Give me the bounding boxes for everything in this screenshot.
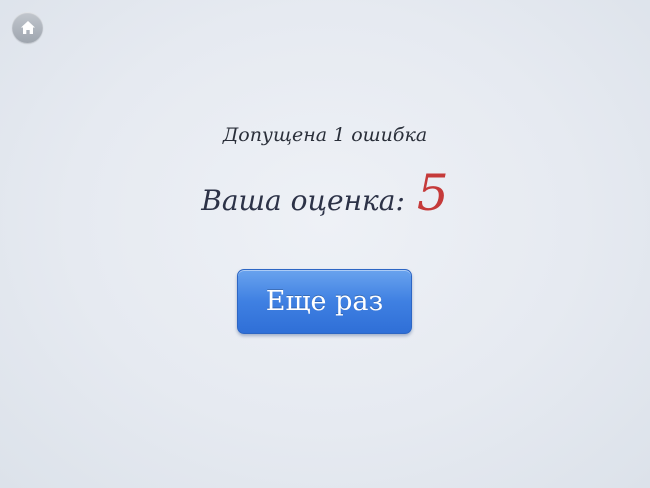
grade-value: 5 [416,164,449,222]
grade-line: Ваша оценка: 5 [0,168,650,218]
mistakes-count-text: Допущена 1 ошибка [222,124,428,146]
retry-button[interactable]: Еще раз [237,269,412,334]
grade-label: Ваша оценка: [201,184,405,217]
result-panel: Допущена 1 ошибка Ваша оценка: 5 [0,0,650,488]
